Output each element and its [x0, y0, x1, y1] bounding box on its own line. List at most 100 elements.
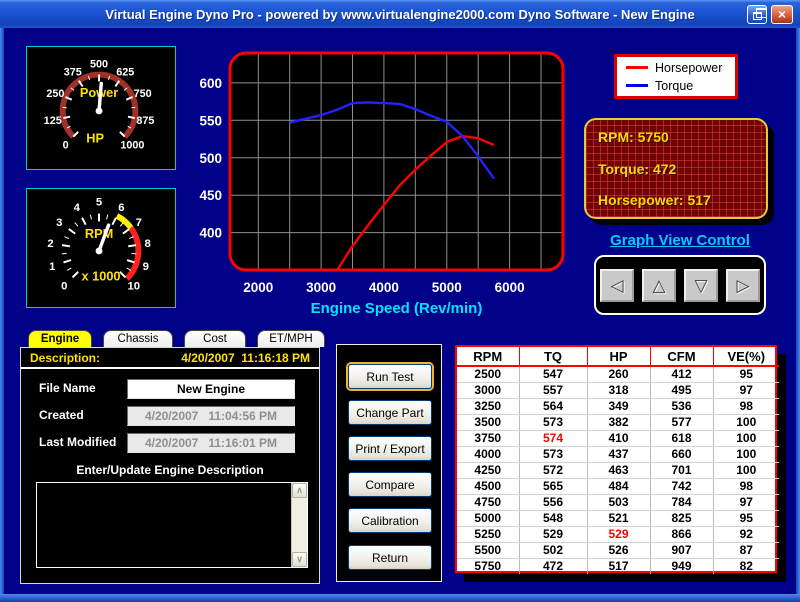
table-cell: 87: [713, 542, 779, 558]
table-cell: 95: [713, 366, 779, 382]
table-cell: 3750: [457, 430, 519, 446]
arrow-left-icon: ◁: [610, 277, 623, 294]
chevron-down-icon: ∨: [296, 555, 303, 564]
table-cell: 3500: [457, 414, 519, 430]
svg-text:6: 6: [118, 202, 124, 214]
table-cell: 5750: [457, 558, 519, 574]
svg-text:375: 375: [64, 67, 82, 79]
scroll-down-button[interactable]: ∨: [292, 552, 307, 567]
table-cell: 318: [587, 382, 650, 398]
readout-horsepower: Horsepower: 517: [598, 192, 754, 208]
calibration-button[interactable]: Calibration: [348, 508, 432, 533]
table-cell: 5000: [457, 510, 519, 526]
x-axis-title: Engine Speed (Rev/min): [311, 300, 483, 317]
restore-icon: [753, 12, 762, 20]
table-cell: 472: [519, 558, 587, 574]
readout-torque: Torque: 472: [598, 161, 754, 177]
svg-text:8: 8: [144, 238, 150, 250]
actions-panel: Run Test Change Part Print / Export Compare…: [336, 344, 442, 582]
chart-legend: HorsepowerTorque: [614, 54, 738, 99]
table-row: 3750574410618100: [457, 430, 779, 446]
table-cell: 4250: [457, 462, 519, 478]
torque-line-swatch: [626, 84, 648, 87]
table-cell: 495: [650, 382, 713, 398]
table-cell: 660: [650, 446, 713, 462]
field-label-created: Created: [39, 408, 84, 422]
svg-text:10: 10: [128, 281, 141, 293]
table-cell: 484: [587, 478, 650, 494]
description-scrollbar[interactable]: ∧ ∨: [291, 483, 307, 567]
table-row: 500054852182595: [457, 510, 779, 526]
table-cell: 556: [519, 494, 587, 510]
close-icon: ×: [778, 7, 786, 21]
tab-chassis[interactable]: Chassis: [103, 330, 173, 347]
close-button[interactable]: ×: [771, 5, 793, 24]
compare-button[interactable]: Compare: [348, 472, 432, 497]
table-row: 575047251794982: [457, 558, 779, 574]
power-gauge: 01252503755006257508751000PowerHP: [26, 46, 176, 170]
svg-text:3000: 3000: [306, 280, 336, 295]
legend-label: Torque: [655, 79, 693, 93]
table-cell: 410: [587, 430, 650, 446]
table-row: 4000573437660100: [457, 446, 779, 462]
table-cell: 5500: [457, 542, 519, 558]
svg-text:3: 3: [56, 217, 62, 229]
table-cell: 4500: [457, 478, 519, 494]
print-export-button[interactable]: Print / Export: [348, 436, 432, 461]
graph-pan-left-button[interactable]: ◁: [600, 269, 634, 302]
run-test-button[interactable]: Run Test: [348, 364, 432, 389]
legend-item-torque: Torque: [626, 79, 726, 93]
created-field: [127, 406, 295, 426]
tab-engine[interactable]: Engine: [28, 330, 92, 347]
svg-text:750: 750: [134, 88, 152, 100]
graph-pan-up-button[interactable]: △: [642, 269, 676, 302]
table-cell: 5250: [457, 526, 519, 542]
table-cell: 701: [650, 462, 713, 478]
table-cell: 572: [519, 462, 587, 478]
svg-text:7: 7: [136, 217, 142, 229]
tab-bar: Engine Chassis Cost ET/MPH: [28, 330, 325, 347]
svg-text:500: 500: [90, 59, 108, 71]
description-textarea[interactable]: [37, 483, 291, 567]
table-cell: 536: [650, 398, 713, 414]
change-part-button[interactable]: Change Part: [348, 400, 432, 425]
svg-text:5: 5: [96, 197, 102, 209]
restore-button[interactable]: [747, 5, 767, 24]
table-cell: 502: [519, 542, 587, 558]
svg-text:2000: 2000: [243, 280, 273, 295]
table-cell: 463: [587, 462, 650, 478]
table-cell: 526: [587, 542, 650, 558]
tab-cost[interactable]: Cost: [184, 330, 246, 347]
graph-pan-right-button[interactable]: ▷: [726, 269, 760, 302]
scroll-up-button[interactable]: ∧: [292, 483, 307, 498]
table-cell: 3250: [457, 398, 519, 414]
table-cell: 949: [650, 558, 713, 574]
column-header-rpm: RPM: [457, 347, 519, 366]
column-header-hp: HP: [587, 347, 650, 366]
table-header-row: RPMTQHPCFMVE(%): [457, 347, 779, 366]
tab-et-mph[interactable]: ET/MPH: [257, 330, 325, 347]
table-cell: 4000: [457, 446, 519, 462]
svg-text:6000: 6000: [495, 280, 525, 295]
graph-pan-down-button[interactable]: ▽: [684, 269, 718, 302]
table-cell: 742: [650, 478, 713, 494]
table-cell: 97: [713, 382, 779, 398]
table-row: 550050252690787: [457, 542, 779, 558]
description-timestamp: 4/20/2007 11:16:18 PM: [181, 351, 310, 365]
field-label-last-modified: Last Modified: [39, 435, 116, 449]
file-name-field[interactable]: [127, 379, 295, 399]
table-cell: 98: [713, 478, 779, 494]
arrow-right-icon: ▷: [736, 277, 749, 294]
field-label-file-name: File Name: [39, 381, 96, 395]
column-header-ve: VE(%): [713, 347, 779, 366]
svg-text:500: 500: [199, 151, 222, 166]
arrow-up-icon: △: [652, 277, 665, 294]
horsepower-line-swatch: [626, 66, 648, 69]
graph-view-control-link[interactable]: Graph View Control: [594, 232, 766, 249]
table-cell: 907: [650, 542, 713, 558]
return-button[interactable]: Return: [348, 545, 432, 570]
table-row: 4250572463701100: [457, 462, 779, 478]
window-frame-bottom: [0, 594, 800, 602]
svg-text:400: 400: [199, 226, 222, 241]
description-prompt: Enter/Update Engine Description: [21, 463, 319, 477]
